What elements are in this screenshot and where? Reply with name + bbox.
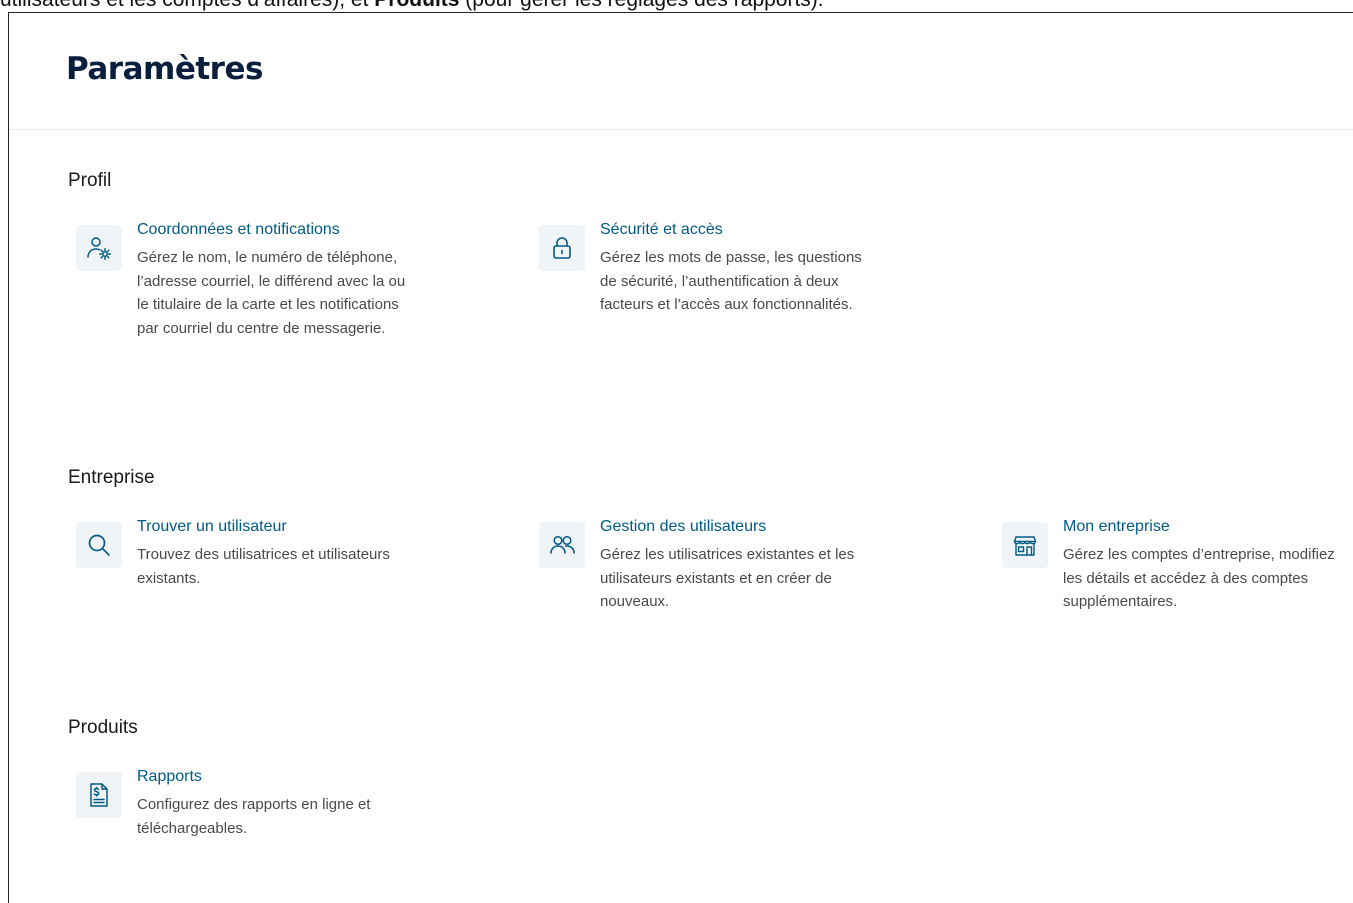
card-description: Gérez les utilisatrices existantes et le… (600, 546, 855, 610)
card-description: Configurez des rapports en ligne et télé… (137, 796, 371, 837)
section-title-entreprise: Entreprise (68, 467, 155, 488)
section-entreprise: Entreprise (68, 467, 155, 489)
snippet-text-before: utilisateurs et les comptes d’affaires),… (0, 0, 374, 11)
card-title-link[interactable]: Trouver un utilisateur (137, 518, 287, 536)
settings-panel: Paramètres (8, 12, 1353, 903)
card-title-link[interactable]: Coordonnées et notifications (137, 221, 340, 239)
card-description: Gérez les comptes d’entreprise, modifiez… (1063, 546, 1335, 610)
user-gear-icon (76, 225, 122, 271)
card-title-link[interactable]: Gestion des utilisateurs (600, 518, 766, 536)
snippet-text-bold: Produits (374, 0, 459, 11)
page-header: Paramètres (9, 13, 1353, 130)
card-description: Trouvez des utilisatrices et utilisateur… (137, 546, 390, 587)
card-title-link[interactable]: Sécurité et accès (600, 221, 723, 239)
card-title-link[interactable]: Mon entreprise (1063, 518, 1170, 536)
search-icon (76, 522, 122, 568)
card-description: Gérez le nom, le numéro de téléphone, l’… (137, 249, 406, 337)
storefront-icon (1002, 522, 1048, 568)
section-profil: Profil (68, 170, 111, 192)
section-produits: Produits (68, 717, 138, 739)
users-icon (539, 522, 585, 568)
lock-icon (539, 225, 585, 271)
snippet-text-after: (pour gérer les réglages des rapports). (459, 0, 823, 11)
document-text-snippet: utilisateurs et les comptes d’affaires),… (0, 0, 1353, 12)
section-title-produits: Produits (68, 717, 138, 738)
page-title: Paramètres (66, 51, 263, 87)
card-description: Gérez les mots de passe, les questions d… (600, 249, 862, 313)
card-title-link[interactable]: Rapports (137, 768, 202, 786)
section-title-profil: Profil (68, 170, 112, 191)
report-dollar-icon (76, 772, 122, 818)
